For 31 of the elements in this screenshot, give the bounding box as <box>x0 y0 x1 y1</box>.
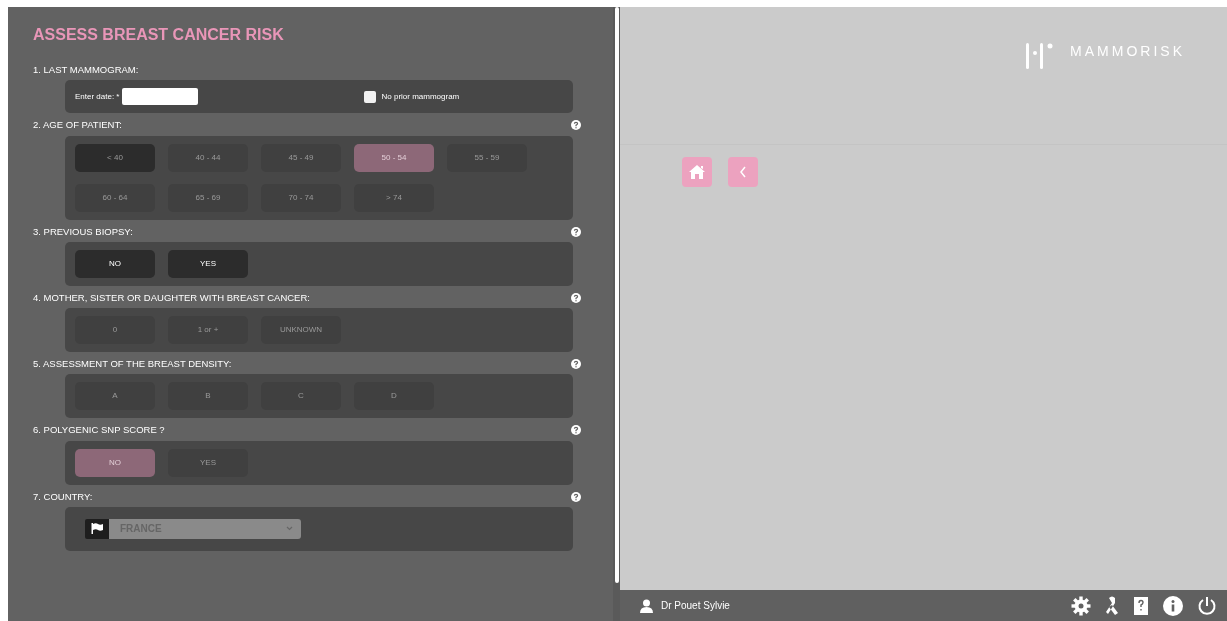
section-label: 4. MOTHER, SISTER OR DAUGHTER WITH BREAST CANCER: <box>33 290 310 305</box>
chevron-left-icon <box>738 165 748 179</box>
date-field[interactable] <box>122 88 199 106</box>
flag-icon <box>91 523 103 535</box>
date-label: Enter date: * <box>75 90 120 103</box>
checkbox-label: No prior mammogram <box>381 90 460 103</box>
section-label: 3. PREVIOUS BIOPSY: <box>33 224 133 239</box>
section-label: 2. AGE OF PATIENT: <box>33 118 122 133</box>
help-icon[interactable] <box>571 120 581 131</box>
power-icon[interactable] <box>1197 595 1217 616</box>
help-icon[interactable] <box>571 292 581 303</box>
section-label: 1. LAST MAMMOGRAM: <box>33 63 139 77</box>
checkbox[interactable] <box>364 90 377 103</box>
ribbon-icon[interactable] <box>1105 595 1119 616</box>
page-title: ASSESS BREAST CANCER RISK <box>33 25 285 45</box>
caret-icon <box>286 526 293 532</box>
help-icon[interactable] <box>571 226 581 237</box>
user-icon <box>640 598 653 613</box>
option-button[interactable]: NO <box>75 249 155 278</box>
section-label: 6. POLYGENIC SNP SCORE ? <box>33 423 165 438</box>
help-book-icon[interactable] <box>1133 595 1149 616</box>
home-icon <box>688 164 706 180</box>
info-icon[interactable] <box>1163 595 1183 616</box>
settings-icon[interactable] <box>1071 595 1091 616</box>
section-label: 7. COUNTRY: <box>33 489 93 504</box>
user-name: Dr Pouet Sylvie <box>661 599 730 613</box>
help-icon[interactable] <box>571 359 581 370</box>
help-icon[interactable] <box>571 425 581 436</box>
section-label: 5. ASSESSMENT OF THE BREAST DENSITY: <box>33 357 232 371</box>
option-button[interactable]: YES <box>168 249 248 278</box>
help-icon[interactable] <box>571 491 581 502</box>
